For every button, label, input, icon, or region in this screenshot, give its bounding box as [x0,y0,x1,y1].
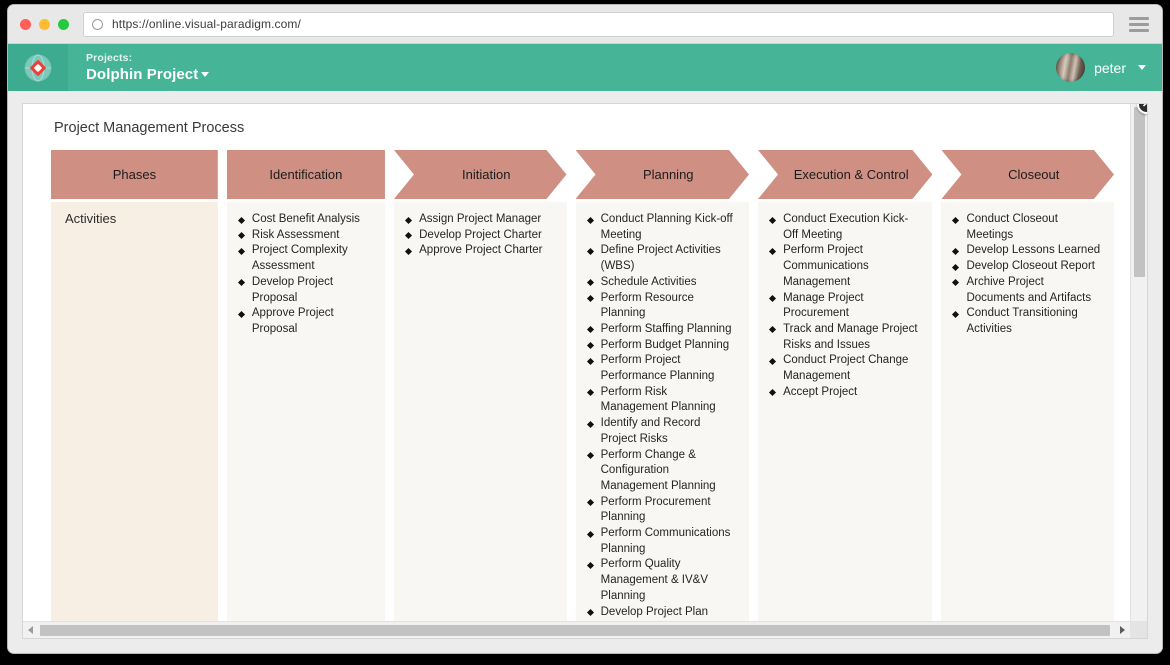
list-item[interactable]: Develop Closeout Report [953,259,1102,275]
list-item[interactable]: Perform Procurement Planning [588,495,737,526]
list-item[interactable]: Track and Manage Project Risks and Issue… [770,322,920,353]
process-diagram-modal: ✕ Project Management Process Phases Iden… [22,103,1148,639]
row-header-phases-label: Phases [99,167,170,182]
activity-list: Conduct Closeout Meetings Develop Lesson… [953,212,1102,338]
phase-header-closeout[interactable]: Closeout [941,150,1114,199]
phase-header-planning[interactable]: Planning [576,150,750,199]
content-area: ✕ Project Management Process Phases Iden… [8,91,1162,653]
list-item[interactable]: Cost Benefit Analysis [239,212,373,228]
scroll-right-icon[interactable] [1120,626,1125,634]
minimize-window-button[interactable] [39,19,50,30]
list-item[interactable]: Conduct Closeout Meetings [953,212,1102,243]
project-selector[interactable]: Projects: Dolphin Project [68,52,209,83]
phase-header-row: Phases Identification Initiation Pl [51,150,1123,199]
horizontal-scrollbar[interactable] [23,621,1130,638]
list-item[interactable]: Risk Assessment [239,228,373,244]
list-item[interactable]: Perform Resource Planning [588,291,737,322]
activities-cell-identification[interactable]: Cost Benefit Analysis Risk Assessment Pr… [227,202,385,621]
list-item[interactable]: Accept Project [770,385,920,401]
list-item[interactable]: Conduct Execution Kick-Off Meeting [770,212,920,243]
row-header-activities-label: Activities [65,211,206,226]
activity-list: Cost Benefit Analysis Risk Assessment Pr… [239,212,373,338]
list-item[interactable]: Manage Project Procurement [770,291,920,322]
activity-list: Conduct Execution Kick-Off Meeting Perfo… [770,212,920,400]
row-header-activities: Activities [51,202,218,621]
row-header-phases: Phases [51,150,218,199]
window-traffic-lights [20,19,69,30]
projects-label: Projects: [86,52,209,64]
address-bar[interactable]: https://online.visual-paradigm.com/ [83,12,1114,37]
list-item[interactable]: Perform Project Communications Managemen… [770,243,920,290]
app-logo[interactable] [8,44,68,91]
scroll-left-icon[interactable] [28,626,33,634]
maximize-window-button[interactable] [58,19,69,30]
activities-cell-execution-control[interactable]: Conduct Execution Kick-Off Meeting Perfo… [758,202,932,621]
vertical-scrollbar[interactable] [1130,104,1147,638]
list-item[interactable]: Schedule Activities [588,275,737,291]
list-item[interactable]: Assign Project Manager [406,212,555,228]
reload-icon[interactable] [92,19,103,30]
chevron-down-icon [201,72,209,77]
list-item[interactable]: Conduct Planning Kick-off Meeting [588,212,737,243]
list-item[interactable]: Perform Risk Management Planning [588,385,737,416]
activity-list: Assign Project Manager Develop Project C… [406,212,555,259]
diagram-scroll-viewport: Phases Identification Initiation Pl [23,150,1130,621]
list-item[interactable]: Perform Project Performance Planning [588,353,737,384]
list-item[interactable]: Approve Project Charter [406,243,555,259]
app-header: Projects: Dolphin Project peter [8,44,1162,91]
list-item[interactable]: Perform Communications Planning [588,526,737,557]
close-window-button[interactable] [20,19,31,30]
phase-label: Closeout [982,167,1073,182]
list-item[interactable]: Develop Project Proposal [239,275,373,306]
list-item[interactable]: Perform Change & Configuration Managemen… [588,448,737,495]
phase-label: Initiation [436,167,524,182]
list-item[interactable]: Conduct Transitioning Activities [953,306,1102,337]
phase-label: Planning [617,167,708,182]
list-item[interactable]: Project Complexity Assessment [239,243,373,274]
url-text: https://online.visual-paradigm.com/ [112,17,301,31]
process-diagram: Phases Identification Initiation Pl [23,150,1123,621]
list-item[interactable]: Develop Project Plan [588,605,737,621]
activities-row: Activities Cost Benefit Analysis Risk As… [51,202,1123,621]
project-name[interactable]: Dolphin Project [86,66,209,83]
project-name-text: Dolphin Project [86,66,198,83]
phase-header-initiation[interactable]: Initiation [394,150,567,199]
list-item[interactable]: Identify and Record Project Risks [588,416,737,447]
list-item[interactable]: Perform Budget Planning [588,338,737,354]
phase-label: Execution & Control [768,167,923,182]
page-title: Project Management Process [23,104,1147,150]
list-item[interactable]: Conduct Project Change Management [770,353,920,384]
activities-cell-planning[interactable]: Conduct Planning Kick-off Meeting Define… [576,202,749,621]
vertical-scrollbar-thumb[interactable] [1134,107,1145,277]
list-item[interactable]: Approve Project Proposal [239,306,373,337]
chevron-down-icon [1138,65,1146,70]
phase-label: Identification [255,167,356,182]
browser-window: https://online.visual-paradigm.com/ Proj… [8,5,1162,653]
user-name-label: peter [1094,60,1126,76]
list-item[interactable]: Perform Quality Management & IV&V Planni… [588,557,737,604]
list-item[interactable]: Develop Lessons Learned [953,243,1102,259]
activities-cell-closeout[interactable]: Conduct Closeout Meetings Develop Lesson… [941,202,1114,621]
horizontal-scrollbar-thumb[interactable] [40,625,1110,636]
activity-list: Conduct Planning Kick-off Meeting Define… [588,212,737,620]
phase-header-identification[interactable]: Identification [227,150,385,199]
hamburger-menu-icon[interactable] [1126,13,1152,35]
user-menu[interactable]: peter [1056,44,1146,91]
visual-paradigm-globe-diamond-logo [23,53,53,83]
list-item[interactable]: Archive Project Documents and Artifacts [953,275,1102,306]
scrollbar-corner [1130,621,1147,638]
list-item[interactable]: Develop Project Charter [406,228,555,244]
activities-cell-initiation[interactable]: Assign Project Manager Develop Project C… [394,202,567,621]
avatar [1056,53,1085,82]
phase-header-execution-control[interactable]: Execution & Control [758,150,932,199]
list-item[interactable]: Define Project Activities (WBS) [588,243,737,274]
list-item[interactable]: Perform Staffing Planning [588,322,737,338]
browser-chrome-bar: https://online.visual-paradigm.com/ [8,5,1162,44]
